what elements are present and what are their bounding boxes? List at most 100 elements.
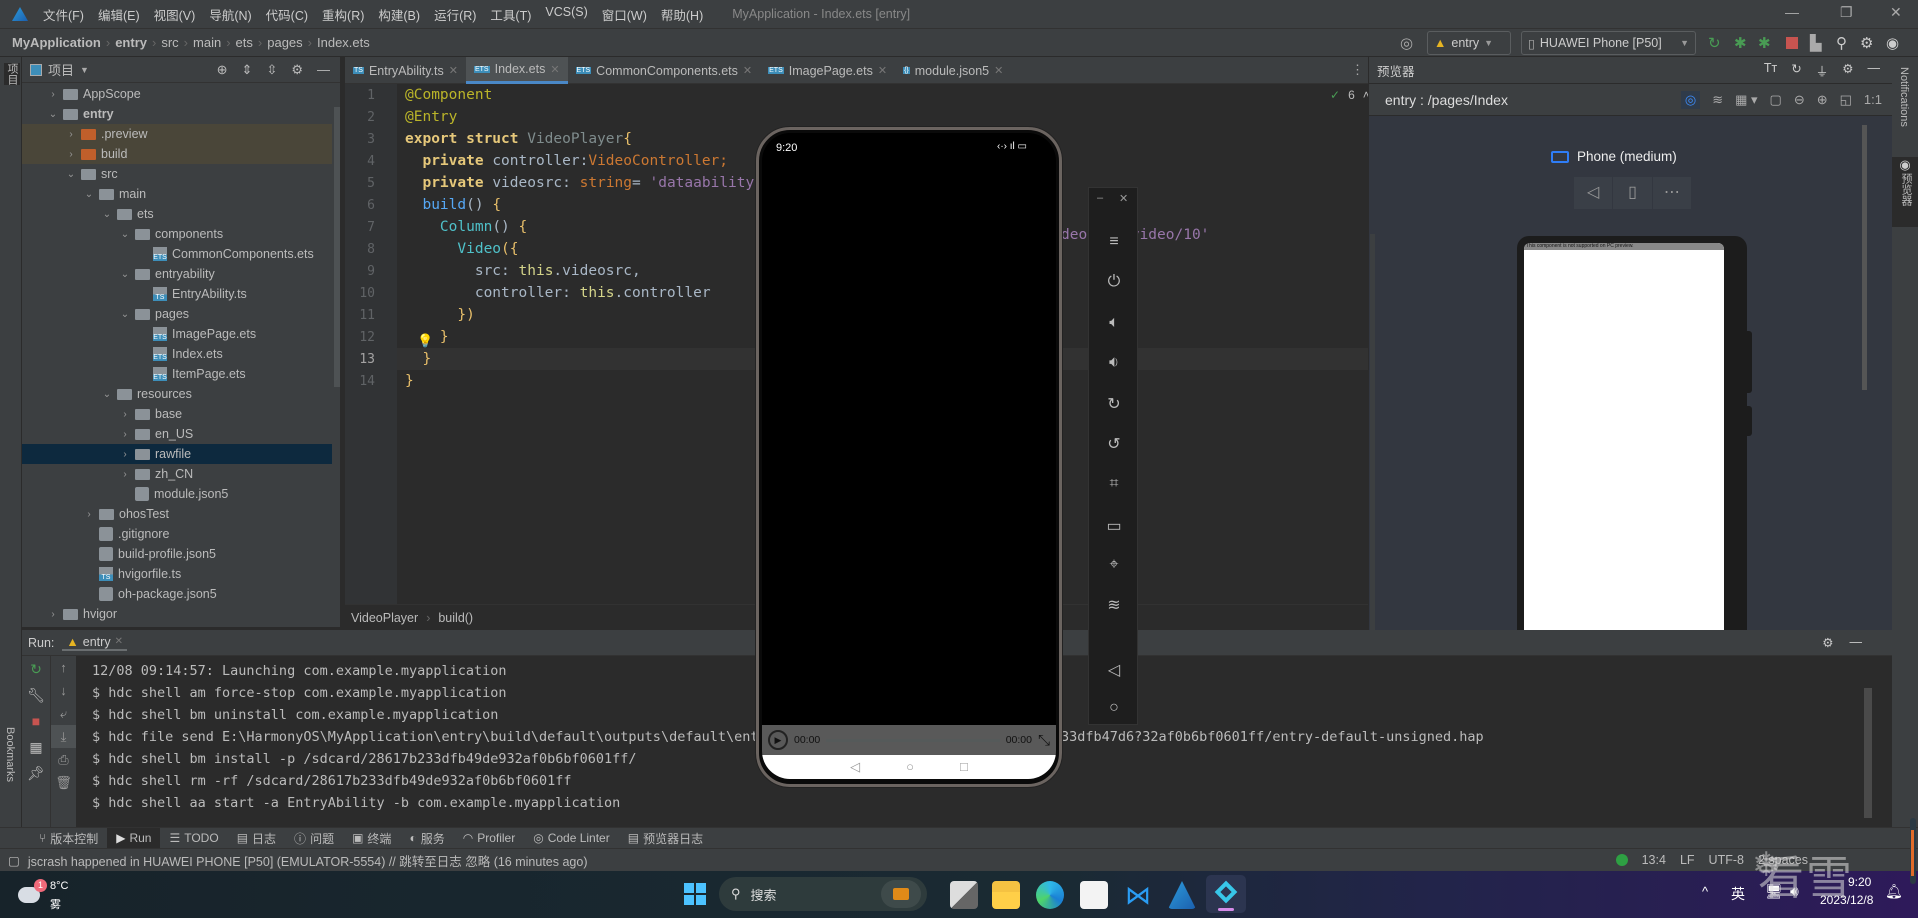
play-icon[interactable]: ▶ xyxy=(768,730,788,750)
tab-index-ets[interactable]: ETS Index.ets ✕ xyxy=(465,57,568,84)
close-tab-icon[interactable]: ✕ xyxy=(743,64,752,77)
menu-item-6[interactable]: 构建(B) xyxy=(371,5,427,24)
tab-entryability-ts[interactable]: TS EntryAbility.ts ✕ xyxy=(345,57,466,84)
tool-window-7[interactable]: ◠ Profiler xyxy=(454,828,525,849)
store-icon[interactable] xyxy=(1080,881,1108,909)
restore-button[interactable]: ❐ xyxy=(1840,4,1853,21)
inspection-check-icon[interactable]: ✓ xyxy=(1330,88,1340,102)
crumb-videoplayer[interactable]: VideoPlayer xyxy=(351,611,418,625)
chevron-down-icon[interactable]: ▼ xyxy=(80,65,89,75)
tree-item[interactable]: TS hvigorfile.ts xyxy=(22,564,332,584)
file-explorer-icon[interactable] xyxy=(992,881,1020,909)
menu-item-11[interactable]: 帮助(H) xyxy=(654,5,710,24)
tree-item[interactable]: oh-package.json5 xyxy=(22,584,332,604)
stop-icon[interactable]: ■ xyxy=(22,708,50,734)
emulator-screen[interactable]: 9:20 ‹·› ıl ▭ ▶ 00:00 00:00 ⤡ ◁ ○ □ xyxy=(762,133,1056,779)
hide-icon[interactable]: — xyxy=(1850,635,1863,650)
attach-debugger-icon[interactable]: ✱ xyxy=(1758,34,1771,52)
vscode-icon[interactable]: ⋈ xyxy=(1124,881,1152,909)
wifi-icon[interactable]: ≋ xyxy=(1089,595,1139,615)
status-message[interactable]: jscrash happened in HUAWEI PHONE [P50] (… xyxy=(28,851,588,870)
tree-item[interactable]: › ohosTest xyxy=(22,504,332,524)
breadcrumb-item[interactable]: MyApplication xyxy=(12,35,101,50)
notifications-tool-button[interactable]: Notifications xyxy=(1898,67,1910,127)
close-tab-icon[interactable]: ✕ xyxy=(449,64,458,77)
expand-all-icon[interactable]: ⇕ xyxy=(242,62,253,78)
tool-window-6[interactable]: ◐ 服务 xyxy=(400,828,453,849)
menu-item-2[interactable]: 视图(V) xyxy=(147,5,203,24)
tool-window-8[interactable]: ◎ Code Linter xyxy=(524,828,619,849)
menu-item-4[interactable]: 代码(C) xyxy=(259,5,315,24)
more-tabs-icon[interactable]: ⋮ xyxy=(1351,62,1364,78)
close-window-button[interactable]: ✕ xyxy=(1890,4,1902,21)
crumb-build[interactable]: build() xyxy=(438,611,473,625)
up-arrow-icon[interactable]: ↑ xyxy=(51,656,76,679)
tree-item[interactable]: › build xyxy=(22,144,332,164)
wrench-icon[interactable]: 🔧︎ xyxy=(22,682,50,708)
refresh-icon[interactable]: ↻ xyxy=(1791,61,1801,80)
back-icon[interactable]: ◁ xyxy=(1574,177,1614,209)
tool-window-3[interactable]: ▤ 日志 xyxy=(228,828,285,849)
breadcrumb-item[interactable]: src xyxy=(161,35,178,50)
video-progress[interactable] xyxy=(826,738,1000,742)
previewer-tool-button[interactable]: ◉ 预览器 xyxy=(1892,157,1918,227)
search-box[interactable]: ⚲ 搜索 xyxy=(719,877,927,911)
menu-item-10[interactable]: 窗口(W) xyxy=(595,5,654,24)
nav-home-icon[interactable]: ○ xyxy=(906,755,914,779)
close-tab-icon[interactable]: ✕ xyxy=(878,64,887,77)
back-icon[interactable]: ◁ xyxy=(1089,660,1139,680)
down-arrow-icon[interactable]: ↓ xyxy=(51,679,76,702)
project-title[interactable]: 项目 xyxy=(48,60,74,79)
menu-item-9[interactable]: VCS(S) xyxy=(538,5,594,24)
minimize-button[interactable]: — xyxy=(1785,4,1799,20)
minimize-icon[interactable]: – xyxy=(1097,192,1103,204)
tree-item[interactable]: › base xyxy=(22,404,332,424)
close-tab-icon[interactable]: ✕ xyxy=(550,63,559,76)
status-panel-icon[interactable]: ▢ xyxy=(8,853,20,868)
tree-item[interactable]: ⌄ ets xyxy=(22,204,332,224)
rerun-icon[interactable]: ↻ xyxy=(1708,34,1721,52)
battery-icon[interactable]: ▭ xyxy=(1089,516,1139,536)
volume-down-icon[interactable]: 🔉︎ xyxy=(1089,354,1139,372)
close-icon[interactable]: ✕ xyxy=(1119,192,1128,205)
breadcrumb-item[interactable]: pages xyxy=(267,35,302,50)
tree-item[interactable]: ⌄ entryability xyxy=(22,264,332,284)
rotate-left-icon[interactable]: ↺ xyxy=(1089,434,1139,454)
tree-item[interactable]: › en_US xyxy=(22,424,332,444)
tool-window-0[interactable]: ⑂ 版本控制 xyxy=(30,828,107,849)
breadcrumb-item[interactable]: entry xyxy=(115,35,147,50)
emulator-app-icon[interactable] xyxy=(1206,875,1246,913)
tree-item[interactable]: › .preview xyxy=(22,124,332,144)
task-view-icon[interactable] xyxy=(950,881,978,909)
home-icon[interactable]: ○ xyxy=(1089,699,1139,717)
weather-widget[interactable]: 1 8°C 雾 xyxy=(14,879,94,913)
gear-icon[interactable]: ⚙ xyxy=(1842,61,1853,80)
more-icon[interactable]: ⋯ xyxy=(1653,177,1691,209)
tool-window-2[interactable]: ☰ TODO xyxy=(160,828,227,849)
device-manager-icon[interactable]: ▙ xyxy=(1810,34,1822,52)
ime-indicator[interactable]: 英 xyxy=(1731,884,1745,904)
tree-item[interactable]: › rawfile xyxy=(22,444,332,464)
breadcrumb-item[interactable]: Index.ets xyxy=(317,35,370,50)
console-scrollbar[interactable] xyxy=(1864,688,1872,818)
tree-item[interactable]: .gitignore xyxy=(22,524,332,544)
plug-icon[interactable]: ⏚ xyxy=(1816,61,1829,80)
rotate-icon[interactable]: ▯ xyxy=(1613,177,1653,209)
bookmarks-tool-button[interactable]: Bookmarks xyxy=(4,727,16,782)
tab-imagepage-ets[interactable]: ETS ImagePage.ets ✕ xyxy=(760,57,895,84)
gear-icon[interactable]: ⚙ xyxy=(291,62,303,78)
notification-bell-icon[interactable]: 🔔︎ xyxy=(1885,883,1903,900)
menu-icon[interactable]: ≡ xyxy=(1089,233,1139,251)
gear-icon[interactable]: ⚙ xyxy=(1822,635,1833,650)
close-tab-icon[interactable]: ✕ xyxy=(115,636,123,647)
menu-item-3[interactable]: 导航(N) xyxy=(202,5,258,24)
lightbulb-icon[interactable]: 💡 xyxy=(417,334,433,349)
tool-window-4[interactable]: ⓘ 问题 xyxy=(285,828,343,849)
nav-back-icon[interactable]: ◁ xyxy=(850,755,860,779)
target-icon[interactable]: ◎ xyxy=(1400,34,1413,52)
power-icon[interactable]: ⏻ xyxy=(1089,273,1139,291)
tree-item[interactable]: ⌄ main xyxy=(22,184,332,204)
account-icon[interactable]: ◉ xyxy=(1886,34,1899,52)
search-icon[interactable]: ⚲ xyxy=(1836,34,1847,52)
tree-item[interactable]: ⌄ components xyxy=(22,224,332,244)
